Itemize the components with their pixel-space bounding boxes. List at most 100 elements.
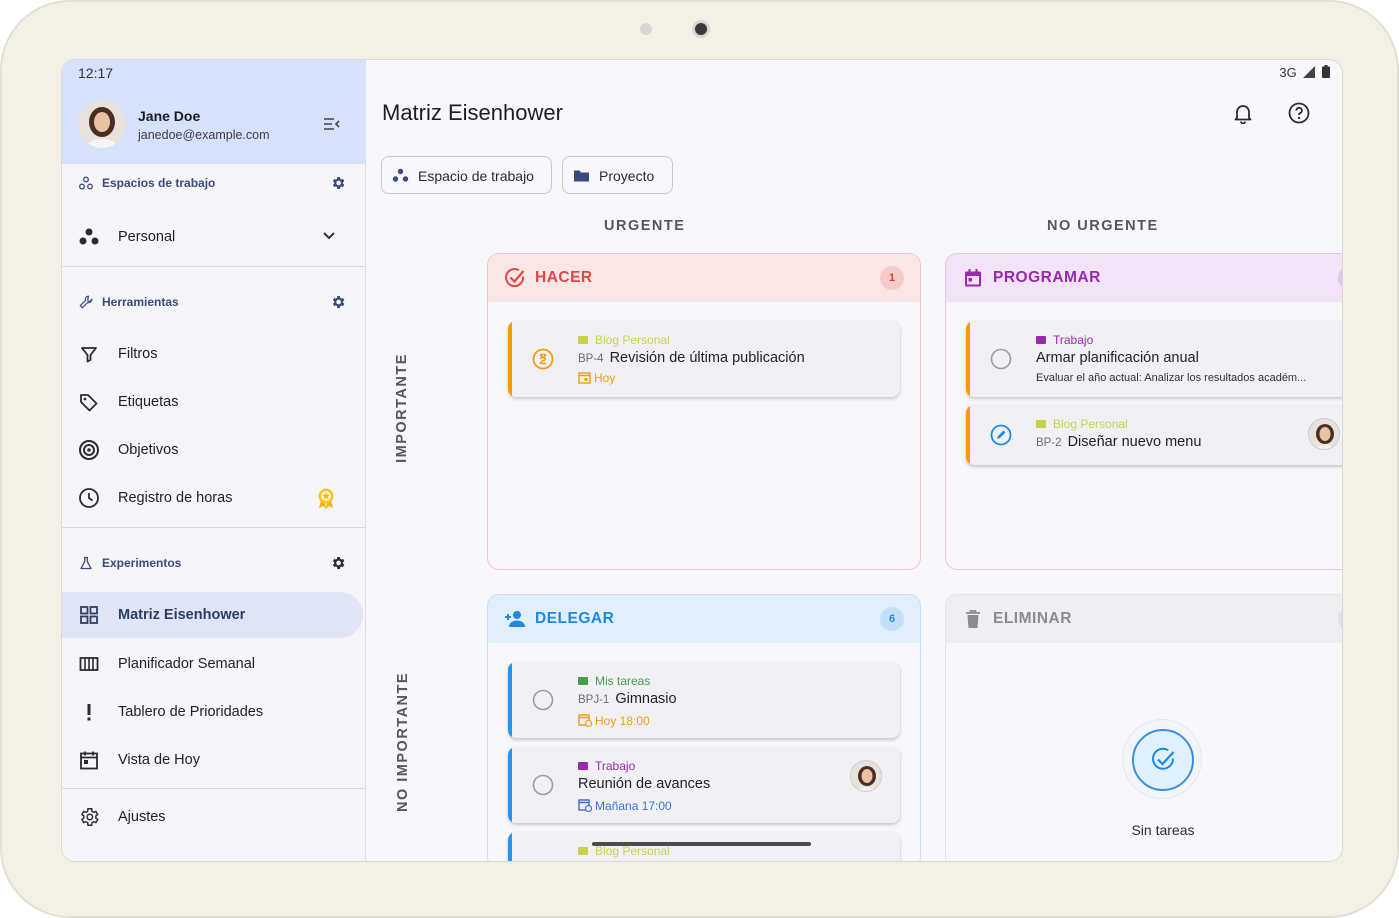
todo-status-circle-icon[interactable] [532, 774, 554, 796]
task-project: Blog Personal [578, 333, 670, 347]
quadrant-do: HACER 1 Blog Personal BP-4 Revisión de úl… [487, 253, 921, 570]
task-card[interactable]: Mis tareas BPJ-1 Gimnasio Hoy 18:00 [508, 662, 900, 738]
camera-icon [692, 20, 710, 38]
avatar[interactable] [78, 100, 126, 148]
battery-icon [1322, 65, 1330, 78]
bell-icon[interactable] [1232, 102, 1254, 124]
column-header-not-urgent: NO URGENTE [1047, 218, 1159, 234]
quadrant-title: PROGRAMAR [993, 269, 1101, 286]
project-name: Blog Personal [595, 844, 670, 858]
quadrant-eliminate: ELIMINAR 0 Sin tareas [945, 594, 1342, 861]
collapse-menu-icon[interactable] [324, 117, 340, 131]
todo-status-circle-icon[interactable] [990, 348, 1012, 370]
in-progress-status-icon[interactable] [532, 348, 554, 370]
quadrant-count: 0 [1338, 607, 1342, 631]
sidebar-item-settings[interactable]: Ajustes [62, 794, 366, 840]
workspace-filter-chip[interactable]: Espacio de trabajo [381, 156, 552, 194]
sidebar-item-label: Tablero de Prioridades [118, 704, 264, 720]
sidebar-item-label: Filtros [118, 346, 158, 362]
empty-state-badge [1132, 729, 1194, 791]
due-label: Hoy 18:00 [595, 714, 650, 728]
experiments-settings-gear-icon[interactable] [330, 555, 346, 571]
workspace-dots-icon [79, 228, 99, 245]
user-name: Jane Doe [138, 108, 201, 124]
chevron-down-icon[interactable] [322, 231, 336, 241]
quadrant-title: ELIMINAR [993, 610, 1072, 627]
sidebar-item-label: Objetivos [118, 442, 179, 458]
chip-label: Espacio de trabajo [418, 168, 534, 184]
task-due: Mañana 17:00 [578, 798, 672, 813]
tablet-frame: 12:17 Jane Doe janedoe@example.com Espac… [0, 0, 1399, 918]
assignee-avatar[interactable] [850, 760, 882, 792]
in-review-status-icon[interactable] [990, 424, 1012, 446]
task-project: Mis tareas [578, 674, 650, 688]
network-label: 3G [1279, 65, 1297, 80]
folder-icon [574, 170, 589, 182]
task-card[interactable]: Blog Personal [508, 832, 900, 861]
quadrant-count: 1 [880, 266, 904, 290]
exclamation-icon [87, 704, 91, 721]
empty-state-illustration [1122, 719, 1202, 799]
sidebar-item-weekly-planner[interactable]: Planificador Semanal [62, 641, 366, 687]
task-project: Blog Personal [1036, 417, 1128, 431]
project-name: Trabajo [1053, 333, 1094, 347]
priority-bar [508, 321, 512, 397]
sidebar-item-today-view[interactable]: Vista de Hoy [62, 737, 366, 783]
priority-bar [508, 747, 512, 823]
task-project: Trabajo [578, 759, 635, 773]
workspace-dots-icon [392, 168, 409, 182]
sidebar-item-tags[interactable]: Etiquetas [62, 379, 366, 425]
workspaces-settings-gear-icon[interactable] [330, 175, 346, 191]
folder-icon [578, 677, 588, 685]
sidebar: 12:17 Jane Doe janedoe@example.com Espac… [62, 60, 366, 861]
section-label: Herramientas [102, 295, 179, 309]
sidebar-item-priority-board[interactable]: Tablero de Prioridades [62, 689, 366, 735]
trash-icon [966, 610, 980, 628]
grid-icon [80, 606, 98, 624]
task-card[interactable]: Trabajo Reunión de avances Mañana 17:00 [508, 747, 900, 823]
quadrant-header: HACER 1 [488, 254, 920, 302]
home-indicator[interactable] [592, 842, 811, 846]
tools-settings-gear-icon[interactable] [330, 294, 346, 310]
status-icons: 3G [1279, 65, 1330, 80]
project-filter-chip[interactable]: Proyecto [562, 156, 673, 194]
task-card[interactable]: Trabajo Armar planificación anual Evalua… [966, 321, 1342, 397]
quadrant-header: PROGRAMAR 2 [946, 254, 1342, 302]
person-add-icon [505, 611, 525, 627]
folder-icon [578, 336, 588, 344]
todo-status-circle-icon[interactable] [532, 689, 554, 711]
workspace-selector[interactable]: Personal [62, 214, 366, 260]
sensor-dot [640, 23, 652, 35]
sidebar-item-time-log[interactable]: Registro de horas [62, 475, 366, 521]
sidebar-item-filters[interactable]: Filtros [62, 331, 366, 377]
project-name: Trabajo [595, 759, 636, 773]
task-due: Hoy [578, 371, 615, 385]
task-title: Revisión de última publicación [609, 350, 805, 366]
filter-icon [81, 347, 97, 363]
section-experiments: Experimentos [62, 550, 366, 578]
wrench-icon [79, 295, 93, 309]
quadrant-title: HACER [535, 269, 593, 286]
divider [62, 527, 366, 528]
sidebar-item-goals[interactable]: Objetivos [62, 427, 366, 473]
folder-icon [578, 847, 588, 855]
column-header-urgent: URGENTE [604, 218, 686, 234]
main-content: 3G Matriz Eisenhower Espacio de trabajo … [366, 60, 1342, 861]
task-project: Blog Personal [578, 844, 670, 858]
assignee-avatar[interactable] [1308, 418, 1340, 450]
row-header-important: IMPORTANTE [394, 353, 410, 463]
sidebar-item-eisenhower[interactable]: Matriz Eisenhower [62, 592, 363, 638]
sidebar-header: 12:17 Jane Doe janedoe@example.com [62, 60, 366, 164]
sidebar-item-label: Matriz Eisenhower [118, 607, 246, 623]
project-name: Blog Personal [595, 333, 670, 347]
quadrant-count: 2 [1338, 266, 1342, 290]
clock-icon [79, 488, 99, 508]
priority-bar [966, 405, 970, 465]
task-card[interactable]: Blog Personal BP-4 Revisión de última pub… [508, 321, 900, 397]
calendar-icon [80, 751, 98, 770]
screen: 12:17 Jane Doe janedoe@example.com Espac… [61, 59, 1343, 862]
task-card[interactable]: Blog Personal BP-2 Diseñar nuevo menu [966, 405, 1342, 465]
help-icon[interactable] [1288, 102, 1310, 124]
sidebar-item-label: Vista de Hoy [118, 752, 200, 768]
task-due: Hoy 18:00 [578, 713, 650, 728]
